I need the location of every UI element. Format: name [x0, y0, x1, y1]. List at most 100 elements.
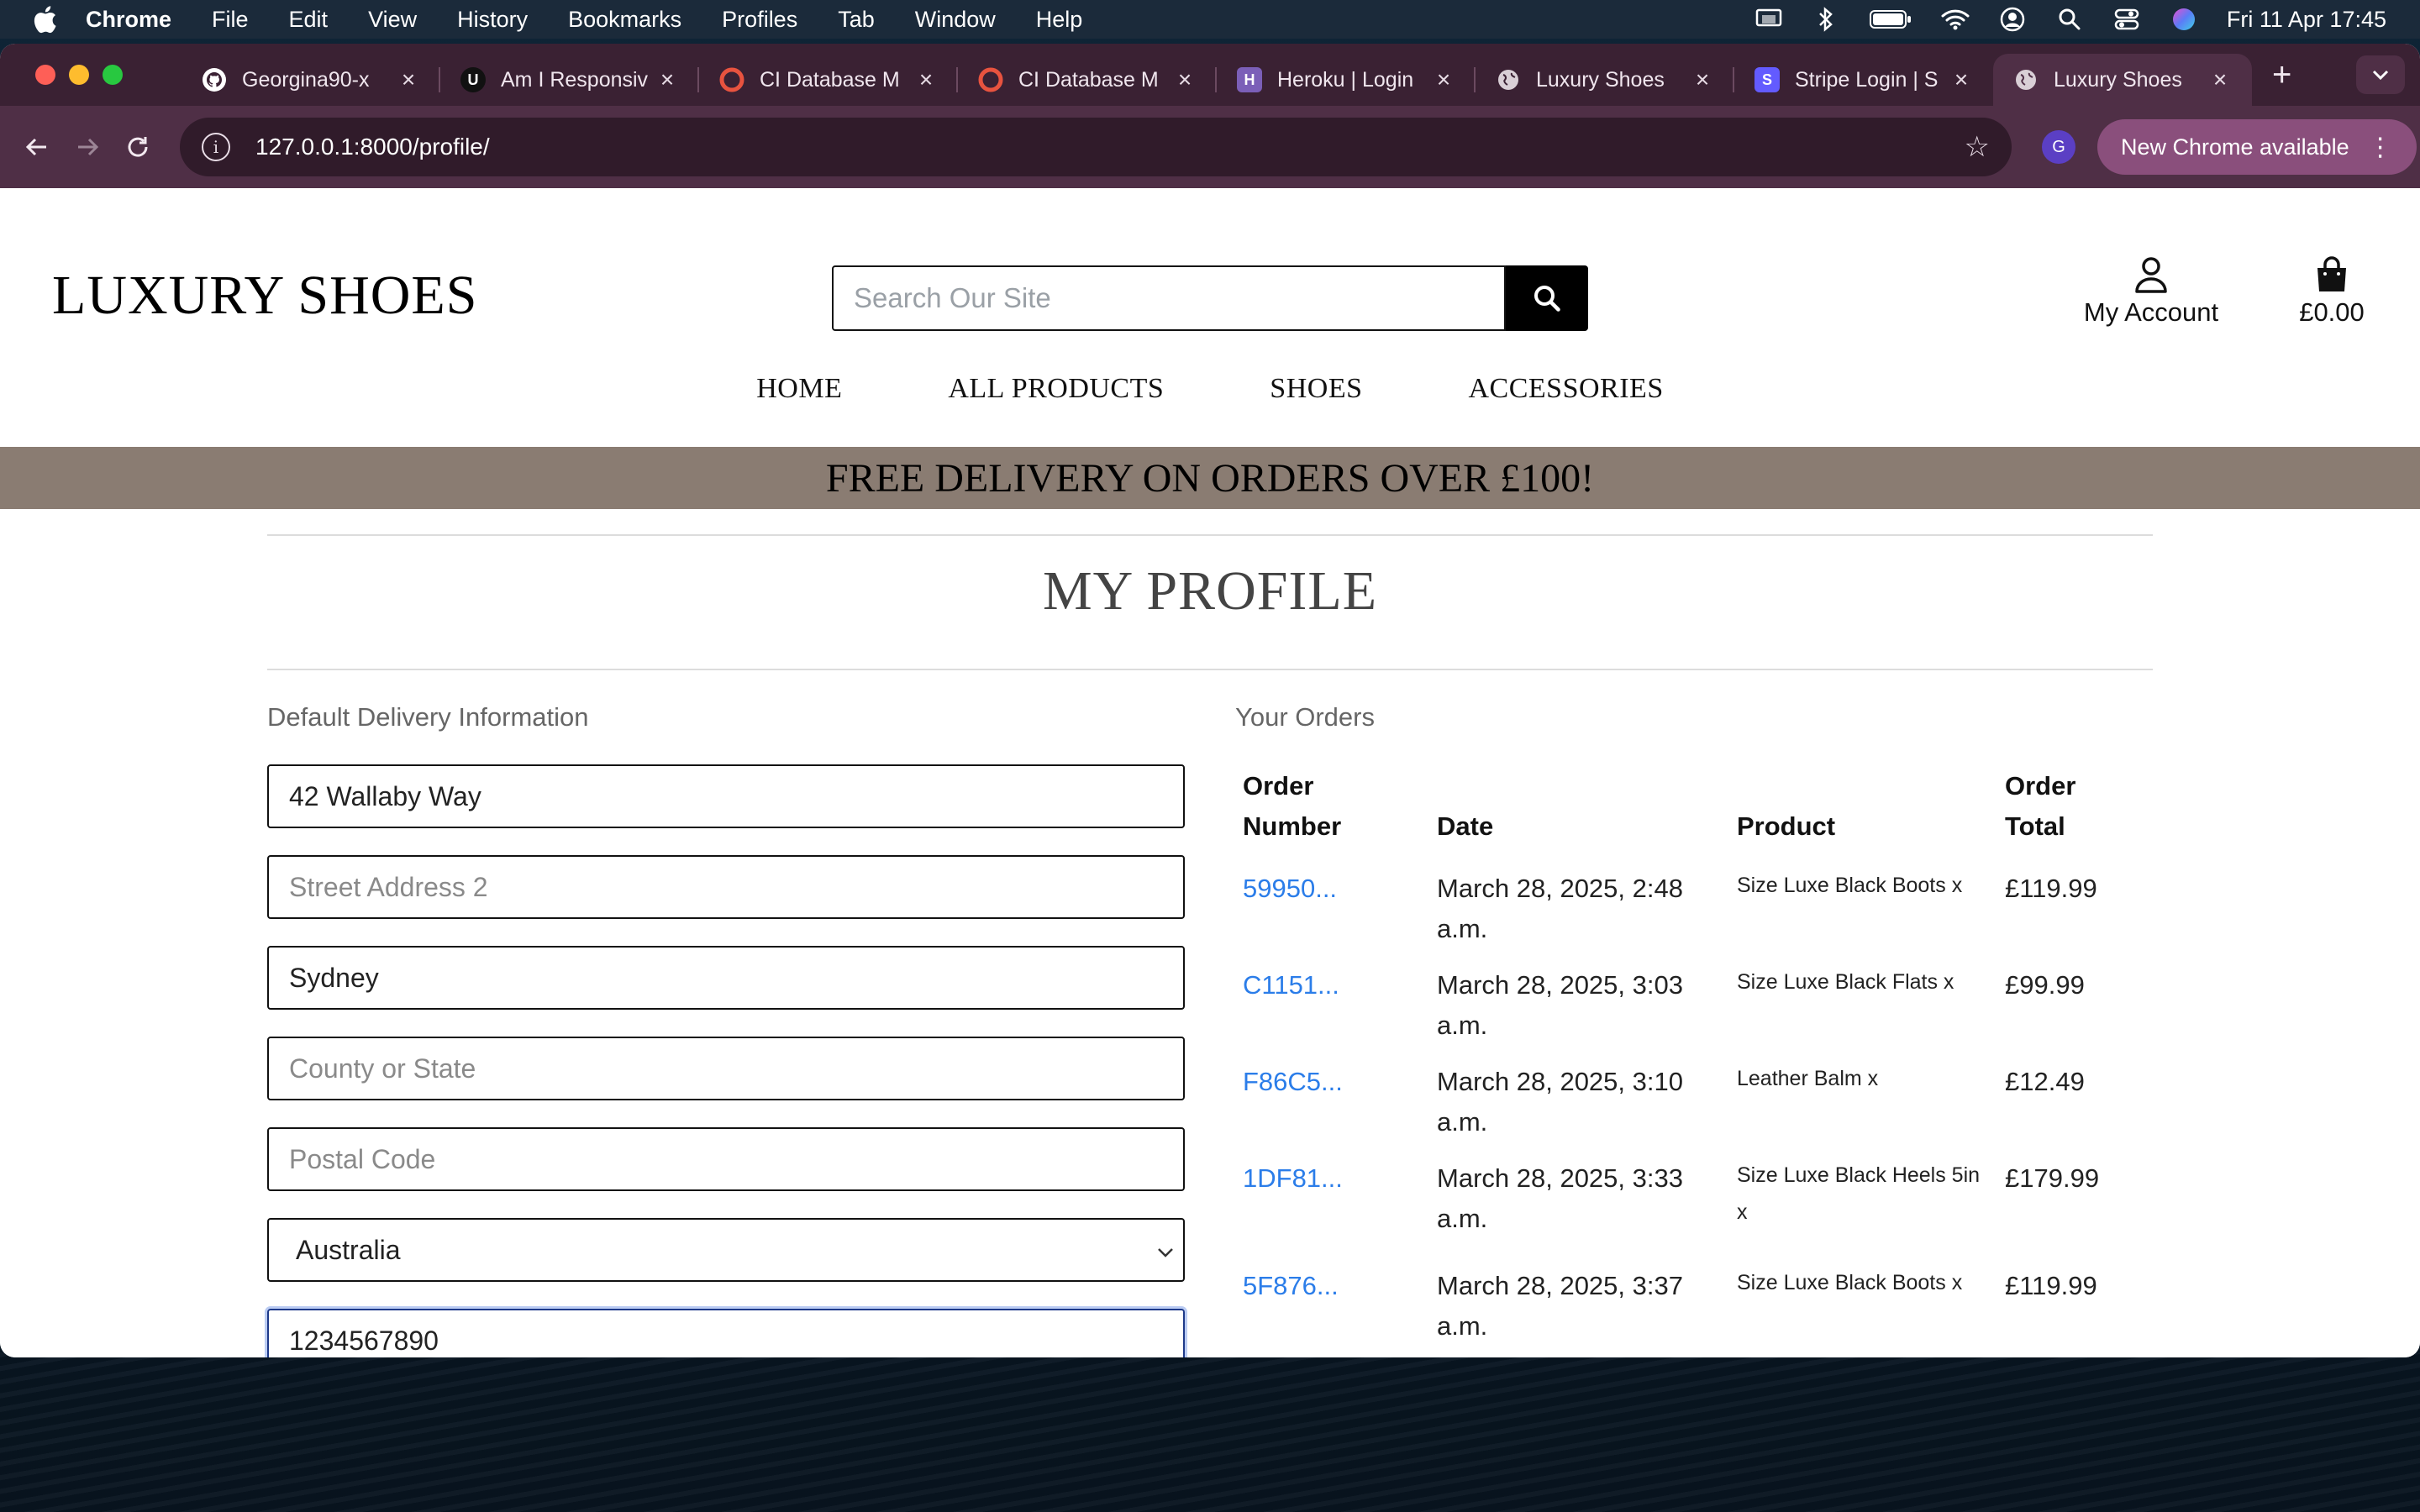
siri-icon[interactable]	[2170, 7, 2198, 32]
tab-luxury-shoes-1[interactable]: Luxury Shoes ×	[1476, 54, 1734, 106]
globe-icon	[1496, 67, 1521, 92]
menubar-clock[interactable]: Fri 11 Apr 17:45	[2227, 7, 2386, 33]
web-page: LUXURY SHOES My Account £0.00 HOME ALL P…	[0, 188, 2420, 1357]
search-icon	[1534, 286, 1560, 312]
menu-window[interactable]: Window	[915, 7, 996, 33]
chrome-update-button[interactable]: New Chrome available ⋮	[2097, 119, 2417, 175]
forward-arrow-icon[interactable]	[62, 122, 113, 172]
menu-tab[interactable]: Tab	[838, 7, 875, 33]
browser-window: Georgina90-x × U Am I Responsiv × CI Dat…	[0, 44, 2420, 1357]
new-tab-button[interactable]: +	[2272, 56, 2291, 94]
menu-view[interactable]: View	[368, 7, 417, 33]
close-icon[interactable]: ×	[914, 66, 938, 93]
street-address-1-input[interactable]	[289, 780, 1163, 812]
order-number-link[interactable]: 1DF81...	[1243, 1158, 1343, 1199]
product-line: Size Luxe Black Boots x	[1737, 874, 1963, 897]
tab-stripe[interactable]: S Stripe Login | S ×	[1734, 54, 1993, 106]
order-date: March 28, 2025, 3:33 a.m.	[1437, 1158, 1683, 1239]
street-address-2-field[interactable]	[267, 855, 1185, 919]
back-arrow-icon[interactable]	[12, 122, 62, 172]
nav-all-products[interactable]: ALL PRODUCTS	[948, 373, 1164, 405]
close-icon[interactable]: ×	[2208, 66, 2232, 93]
phone-number-input[interactable]	[289, 1325, 1163, 1357]
ci-icon	[978, 67, 1003, 92]
nav-shoes[interactable]: SHOES	[1270, 373, 1362, 405]
header-line: Order	[1243, 771, 1314, 801]
order-number-link[interactable]: F86C5...	[1243, 1062, 1343, 1102]
menu-app-name[interactable]: Chrome	[86, 7, 171, 33]
county-state-input[interactable]	[289, 1053, 1163, 1084]
site-info-icon[interactable]: i	[202, 133, 230, 161]
order-number-link[interactable]: C1151...	[1243, 965, 1339, 1005]
zoom-window-button[interactable]	[103, 65, 123, 85]
user-account-icon[interactable]	[1998, 7, 2027, 32]
tab-luxury-shoes-active[interactable]: Luxury Shoes ×	[1993, 54, 2252, 106]
town-city-field[interactable]	[267, 946, 1185, 1010]
date-line: March 28, 2025, 3:10	[1437, 1067, 1683, 1096]
wifi-icon[interactable]	[1941, 7, 1970, 32]
search-input[interactable]	[854, 282, 1504, 314]
close-icon[interactable]: ×	[1173, 66, 1197, 93]
tab-ci-database-2[interactable]: CI Database M ×	[958, 54, 1217, 106]
county-state-field[interactable]	[267, 1037, 1185, 1100]
country-select[interactable]: Australia	[267, 1218, 1185, 1282]
date-line: a.m.	[1437, 1311, 1488, 1341]
macos-menu-bar: Chrome File Edit View History Bookmarks …	[0, 0, 2420, 39]
search-button[interactable]	[1506, 265, 1588, 331]
order-product: Size Luxe Black Heels 5in x	[1737, 1157, 1980, 1231]
order-number-link[interactable]: 5F876...	[1243, 1266, 1339, 1306]
date-line: March 28, 2025, 3:37	[1437, 1271, 1683, 1300]
tab-title: Heroku | Login	[1277, 67, 1414, 92]
town-city-input[interactable]	[289, 962, 1163, 994]
nav-accessories[interactable]: ACCESSORIES	[1469, 373, 1664, 405]
ci-icon	[719, 67, 744, 92]
reload-icon[interactable]	[113, 122, 163, 172]
my-account-link[interactable]: My Account	[2075, 255, 2227, 328]
menu-bookmarks[interactable]: Bookmarks	[568, 7, 681, 33]
bookmark-star-icon[interactable]: ☆	[1965, 130, 1990, 164]
date-line: a.m.	[1437, 1107, 1488, 1137]
close-icon[interactable]: ×	[655, 66, 679, 93]
street-address-1-field[interactable]	[267, 764, 1185, 828]
close-icon[interactable]: ×	[1432, 66, 1455, 93]
tab-title: Luxury Shoes	[2054, 67, 2182, 92]
control-center-icon[interactable]	[2112, 7, 2141, 32]
site-logo[interactable]: LUXURY SHOES	[52, 264, 477, 328]
postal-code-field[interactable]	[267, 1127, 1185, 1191]
menu-history[interactable]: History	[457, 7, 528, 33]
tab-heroku[interactable]: H Heroku | Login ×	[1217, 54, 1476, 106]
kebab-menu-icon[interactable]: ⋮	[2368, 133, 2393, 162]
screen-mirroring-icon[interactable]	[1754, 7, 1783, 32]
user-icon	[2075, 255, 2227, 297]
order-total: £99.99	[2005, 970, 2085, 1000]
url-text[interactable]: 127.0.0.1:8000/profile/	[255, 134, 1965, 160]
tab-github[interactable]: Georgina90-x ×	[182, 54, 440, 106]
tab-am-i-responsive[interactable]: U Am I Responsiv ×	[440, 54, 699, 106]
street-address-2-input[interactable]	[289, 871, 1163, 903]
minimize-window-button[interactable]	[69, 65, 89, 85]
spotlight-search-icon[interactable]	[2055, 7, 2084, 32]
close-icon[interactable]: ×	[1691, 66, 1714, 93]
shopping-bag-link[interactable]: £0.00	[2286, 255, 2378, 328]
amiresponsive-icon: U	[460, 67, 486, 92]
date-line: a.m.	[1437, 1204, 1488, 1233]
profile-avatar[interactable]: G	[2042, 130, 2075, 164]
order-number-link[interactable]: 59950...	[1243, 869, 1337, 909]
close-icon[interactable]: ×	[1949, 66, 1973, 93]
menu-help[interactable]: Help	[1036, 7, 1083, 33]
tab-search-chevron-icon[interactable]	[2356, 55, 2405, 94]
menu-file[interactable]: File	[212, 7, 249, 33]
bluetooth-icon[interactable]	[1812, 7, 1840, 32]
phone-number-field[interactable]	[267, 1309, 1185, 1357]
apple-icon[interactable]	[32, 5, 60, 34]
site-search-field[interactable]	[832, 265, 1506, 331]
battery-icon[interactable]	[1869, 7, 1912, 32]
menu-edit[interactable]: Edit	[289, 7, 329, 33]
close-icon[interactable]: ×	[397, 66, 420, 93]
close-window-button[interactable]	[35, 65, 55, 85]
postal-code-input[interactable]	[289, 1143, 1163, 1175]
nav-home[interactable]: HOME	[756, 373, 842, 405]
tab-ci-database-1[interactable]: CI Database M ×	[699, 54, 958, 106]
address-bar[interactable]: i 127.0.0.1:8000/profile/ ☆	[180, 118, 2012, 176]
menu-profiles[interactable]: Profiles	[722, 7, 797, 33]
